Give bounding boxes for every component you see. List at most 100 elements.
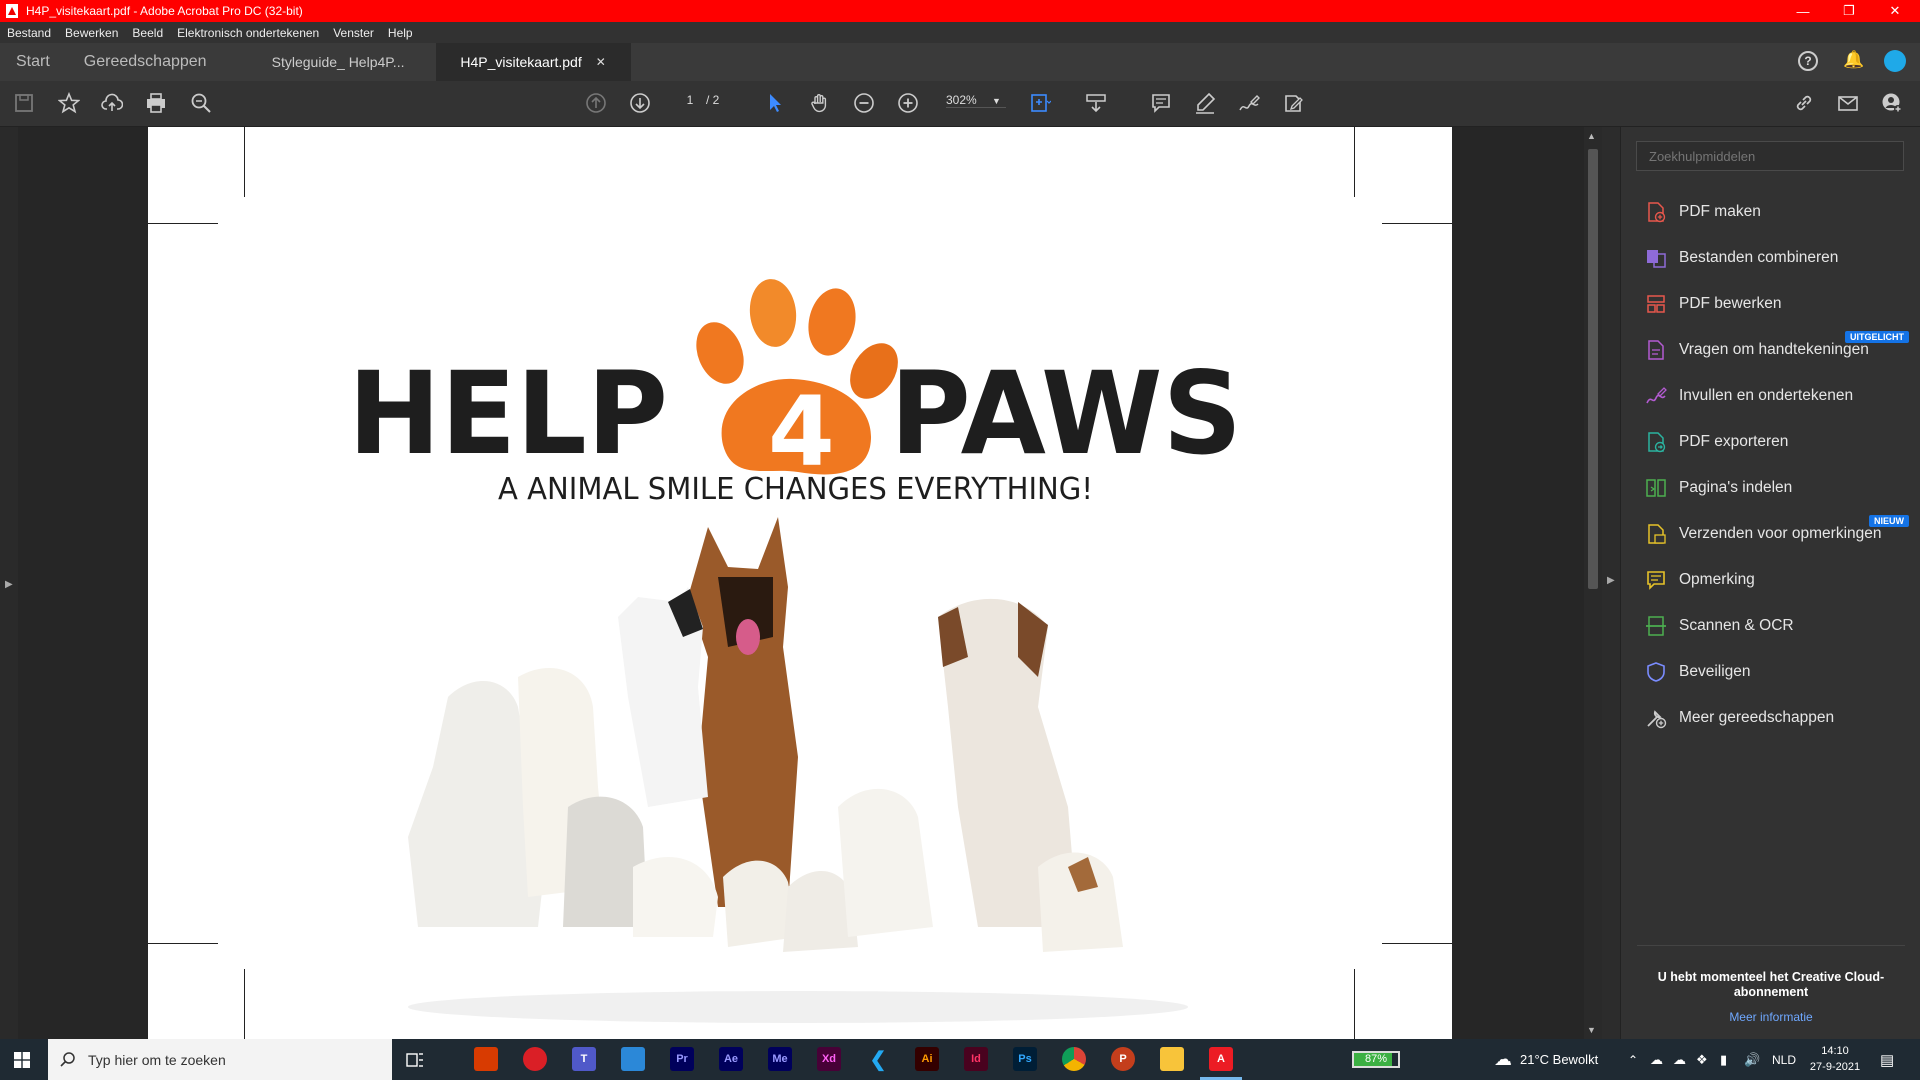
tool-label: Opmerking xyxy=(1679,571,1755,588)
highlight-pen-icon[interactable] xyxy=(1192,90,1218,116)
show-hidden-icons-chevron-icon[interactable]: ⌃ xyxy=(1628,1039,1638,1080)
select-cursor-icon[interactable] xyxy=(762,90,788,116)
tool-create-pdf[interactable]: PDF maken xyxy=(1621,189,1920,235)
next-page-icon[interactable] xyxy=(627,90,653,116)
collapse-right-pane-icon[interactable]: ▶ xyxy=(1607,575,1615,586)
after-effects-icon[interactable]: Ae xyxy=(719,1047,743,1071)
battery-tray-icon[interactable]: ▮ xyxy=(1720,1039,1727,1080)
notifications-bell-icon[interactable]: 🔔 xyxy=(1843,50,1864,70)
indesign-icon[interactable]: Id xyxy=(964,1047,988,1071)
photoshop-icon[interactable]: Ps xyxy=(1013,1047,1037,1071)
scrollbar-thumb[interactable] xyxy=(1588,149,1598,589)
help-icon[interactable]: ? xyxy=(1798,51,1818,71)
share-link-icon[interactable] xyxy=(1791,90,1817,116)
tab-document-styleguide[interactable]: Styleguide_ Help4P... xyxy=(241,43,436,81)
tab-home-label: Start xyxy=(16,53,50,70)
tool-edit-pdf[interactable]: PDF bewerken xyxy=(1621,281,1920,327)
tool-send-for-comments[interactable]: Verzenden voor opmerkingen NIEUW xyxy=(1621,511,1920,557)
file-explorer-icon[interactable] xyxy=(1160,1047,1184,1071)
weather-text: 21°C Bewolkt xyxy=(1520,1052,1599,1067)
chrome-icon[interactable] xyxy=(1062,1047,1086,1071)
fit-page-icon[interactable] xyxy=(1027,90,1053,116)
notepad-icon[interactable] xyxy=(621,1047,645,1071)
sign-pen-icon[interactable] xyxy=(1236,90,1262,116)
tool-organize-pages[interactable]: Pagina's indelen xyxy=(1621,465,1920,511)
onedrive-icon[interactable]: ☁ xyxy=(1650,1039,1663,1080)
volume-icon[interactable]: 🔊 xyxy=(1744,1039,1760,1080)
office-icon[interactable] xyxy=(474,1047,498,1071)
tools-search-input[interactable] xyxy=(1636,141,1904,171)
bookmark-star-icon[interactable] xyxy=(56,90,82,116)
upload-cloud-icon[interactable] xyxy=(99,90,125,116)
document-viewport[interactable]: HELP 4 PAWS A ANIMAL SMILE CHANGES EVERY… xyxy=(18,127,1584,1039)
menu-help[interactable]: Help xyxy=(381,26,420,40)
add-user-icon[interactable] xyxy=(1879,90,1905,116)
menu-file[interactable]: Bestand xyxy=(0,26,58,40)
battery-indicator[interactable]: 87% xyxy=(1352,1051,1400,1068)
stamp-edit-icon[interactable] xyxy=(1280,90,1306,116)
tool-comment[interactable]: Opmerking xyxy=(1621,557,1920,603)
menu-window[interactable]: Venster xyxy=(326,26,381,40)
menu-esign[interactable]: Elektronisch ondertekenen xyxy=(170,26,326,40)
more-info-link[interactable]: Meer informatie xyxy=(1637,1010,1905,1024)
print-icon[interactable] xyxy=(143,90,169,116)
edit-pdf-icon xyxy=(1645,293,1667,315)
page-total: / 2 xyxy=(706,93,720,107)
search-zoom-icon[interactable] xyxy=(188,90,214,116)
weather-widget[interactable]: ☁ 21°C Bewolkt xyxy=(1494,1039,1598,1080)
user-avatar[interactable] xyxy=(1884,50,1906,72)
minimize-button[interactable]: — xyxy=(1780,0,1826,22)
scroll-down-icon[interactable]: ▼ xyxy=(1587,1025,1596,1035)
menu-view[interactable]: Beeld xyxy=(125,26,170,40)
scroll-mode-icon[interactable] xyxy=(1083,90,1109,116)
tool-label: PDF maken xyxy=(1679,203,1761,220)
hand-tool-icon[interactable] xyxy=(807,90,833,116)
tab-home[interactable]: Start xyxy=(0,43,66,81)
clock-date: 27-9-2021 xyxy=(1809,1061,1861,1073)
task-view-icon[interactable] xyxy=(406,1051,424,1069)
creative-cloud-icon[interactable] xyxy=(523,1047,547,1071)
tool-request-signatures[interactable]: Vragen om handtekeningen UITGELICHT xyxy=(1621,327,1920,373)
zoom-dropdown-chevron-icon[interactable]: ▼ xyxy=(992,96,1001,106)
windows-start-icon[interactable] xyxy=(14,1052,30,1068)
tool-combine-files[interactable]: Bestanden combineren xyxy=(1621,235,1920,281)
language-indicator[interactable]: NLD xyxy=(1772,1039,1796,1080)
vertical-scrollbar[interactable]: ▲ ▼ xyxy=(1584,127,1602,1039)
tool-scan-ocr[interactable]: Scannen & OCR xyxy=(1621,603,1920,649)
menu-edit[interactable]: Bewerken xyxy=(58,26,125,40)
media-encoder-icon[interactable]: Me xyxy=(768,1047,792,1071)
zoom-in-icon[interactable] xyxy=(895,90,921,116)
close-tab-icon[interactable]: ✕ xyxy=(596,55,606,69)
tools-list: PDF maken Bestanden combineren PDF bewer… xyxy=(1621,189,1920,741)
premiere-icon[interactable]: Pr xyxy=(670,1047,694,1071)
page-number-input[interactable]: 1 xyxy=(670,93,710,107)
scroll-up-icon[interactable]: ▲ xyxy=(1587,131,1596,141)
organize-pages-icon xyxy=(1645,477,1667,499)
tool-more-tools[interactable]: Meer gereedschappen xyxy=(1621,695,1920,741)
acrobat-app-icon xyxy=(6,4,18,18)
save-icon[interactable] xyxy=(11,90,37,116)
illustrator-icon[interactable]: Ai xyxy=(915,1047,939,1071)
xd-icon[interactable]: Xd xyxy=(817,1047,841,1071)
acrobat-icon[interactable]: A xyxy=(1209,1047,1233,1071)
tool-export-pdf[interactable]: PDF exporteren xyxy=(1621,419,1920,465)
powerpoint-icon[interactable]: P xyxy=(1111,1047,1135,1071)
comment-tool-icon[interactable] xyxy=(1148,90,1174,116)
taskbar-clock[interactable]: 14:10 27-9-2021 xyxy=(1800,1043,1870,1075)
previous-page-icon[interactable] xyxy=(583,90,609,116)
dropbox-icon[interactable]: ❖ xyxy=(1696,1039,1708,1080)
tool-fill-sign[interactable]: Invullen en ondertekenen xyxy=(1621,373,1920,419)
maximize-button[interactable]: ❐ xyxy=(1826,0,1872,22)
tab-tools[interactable]: Gereedschappen xyxy=(66,43,241,81)
vscode-icon[interactable]: ❮ xyxy=(866,1047,890,1071)
tab-document-visitekaart[interactable]: H4P_visitekaart.pdf ✕ xyxy=(435,43,631,81)
notification-center-icon[interactable]: ▤ xyxy=(1880,1039,1894,1080)
zoom-out-icon[interactable] xyxy=(851,90,877,116)
taskbar-search-box[interactable]: Typ hier om te zoeken xyxy=(48,1039,392,1080)
email-icon[interactable] xyxy=(1835,90,1861,116)
teams-icon[interactable]: T xyxy=(572,1047,596,1071)
close-window-button[interactable]: ✕ xyxy=(1872,0,1918,22)
tool-protect[interactable]: Beveiligen xyxy=(1621,649,1920,695)
expand-left-pane-icon[interactable]: ▶ xyxy=(5,579,13,590)
network-cloud-icon[interactable]: ☁ xyxy=(1673,1039,1686,1080)
